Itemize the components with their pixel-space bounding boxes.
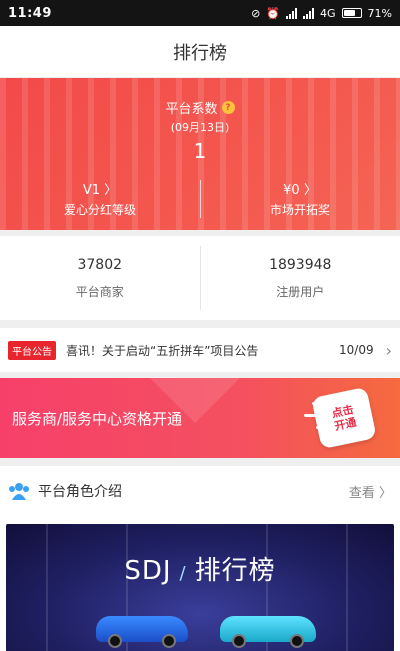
market-bonus-label: 市场开拓奖 [269, 203, 330, 217]
activate-button-label: 点击 开通 [330, 402, 358, 434]
banner-title-left: SDJ [124, 556, 172, 586]
announcement-text[interactable]: 喜讯！关于启动“五折拼车”项目公告 [66, 342, 333, 359]
light-beam [46, 524, 48, 651]
roles-section-header[interactable]: 平台角色介绍 查看 〉 [0, 466, 400, 516]
market-bonus-value: ¥0 〉 [283, 183, 317, 198]
service-provider-banner[interactable]: 服务商/服务中心资格开通 点击 开通 [0, 378, 400, 458]
stat-merchants-value: 37802 [77, 256, 123, 273]
cyan-car-image [220, 616, 316, 648]
alarm-icon: ⏰ [266, 6, 281, 20]
light-beam [346, 524, 348, 651]
market-bonus-button[interactable]: ¥0 〉 市场开拓奖 [200, 179, 400, 218]
coefficient-value: 1 [193, 139, 207, 163]
group-icon [9, 483, 29, 500]
ranking-banner[interactable]: SDJ / 排行榜 [6, 524, 394, 651]
banner-title-right: 排行榜 [194, 556, 276, 586]
stat-merchants-label: 平台商家 [75, 284, 124, 299]
banner-title: SDJ / 排行榜 [124, 556, 276, 586]
stat-users-value: 1893948 [269, 256, 332, 273]
status-bar: 11:49 ⊘ ⏰ 4G 71% [0, 0, 400, 26]
stat-merchants: 37802 平台商家 [0, 236, 200, 320]
chevron-right-icon[interactable]: › [386, 341, 392, 360]
announcement-bar[interactable]: 平台公告 喜讯！关于启动“五折拼车”项目公告 10/09 › [0, 328, 400, 372]
stat-users-label: 注册用户 [276, 284, 325, 299]
status-icons: ⊘ ⏰ 4G 71% [251, 7, 392, 20]
stats-panel: 37802 平台商家 1893948 注册用户 [0, 236, 400, 320]
view-more-link[interactable]: 查看 〉 [349, 482, 392, 501]
page-title: 排行榜 [173, 42, 227, 64]
signal-icon-2 [303, 7, 315, 19]
announcement-tag: 平台公告 [8, 340, 56, 360]
dividend-level-label: 爱心分红等级 [63, 203, 136, 217]
mute-icon: ⊘ [251, 6, 261, 20]
dividend-level-button[interactable]: V1 〉 爱心分红等级 [0, 179, 200, 218]
app-header: 排行榜 [0, 26, 400, 78]
help-icon[interactable]: ? [221, 101, 235, 114]
battery-percent: 71% [367, 6, 392, 20]
blue-car-image [96, 616, 188, 648]
network-label: 4G [320, 6, 336, 20]
signal-icon [286, 7, 298, 19]
stat-users: 1893948 注册用户 [201, 236, 400, 320]
platform-coefficient-label[interactable]: 平台系数 ? [165, 98, 235, 117]
dividend-level-value: V1 〉 [82, 183, 118, 198]
roles-section-title: 平台角色介绍 [38, 484, 122, 500]
activate-button[interactable]: 点击 开通 [311, 386, 377, 450]
battery-icon [341, 8, 362, 18]
ranking-banner-wrap: SDJ / 排行榜 [0, 516, 400, 651]
service-provider-title: 服务商/服务中心资格开通 [12, 409, 183, 428]
platform-coefficient-text: 平台系数 [165, 102, 218, 117]
status-time: 11:49 [8, 5, 52, 21]
announcement-date: 10/09 [339, 343, 374, 357]
hero-panel: 平台系数 ? (09月13日) 1 V1 〉 爱心分红等级 ¥0 〉 市场开拓奖 [0, 78, 400, 230]
coefficient-date: (09月13日) [170, 121, 230, 134]
